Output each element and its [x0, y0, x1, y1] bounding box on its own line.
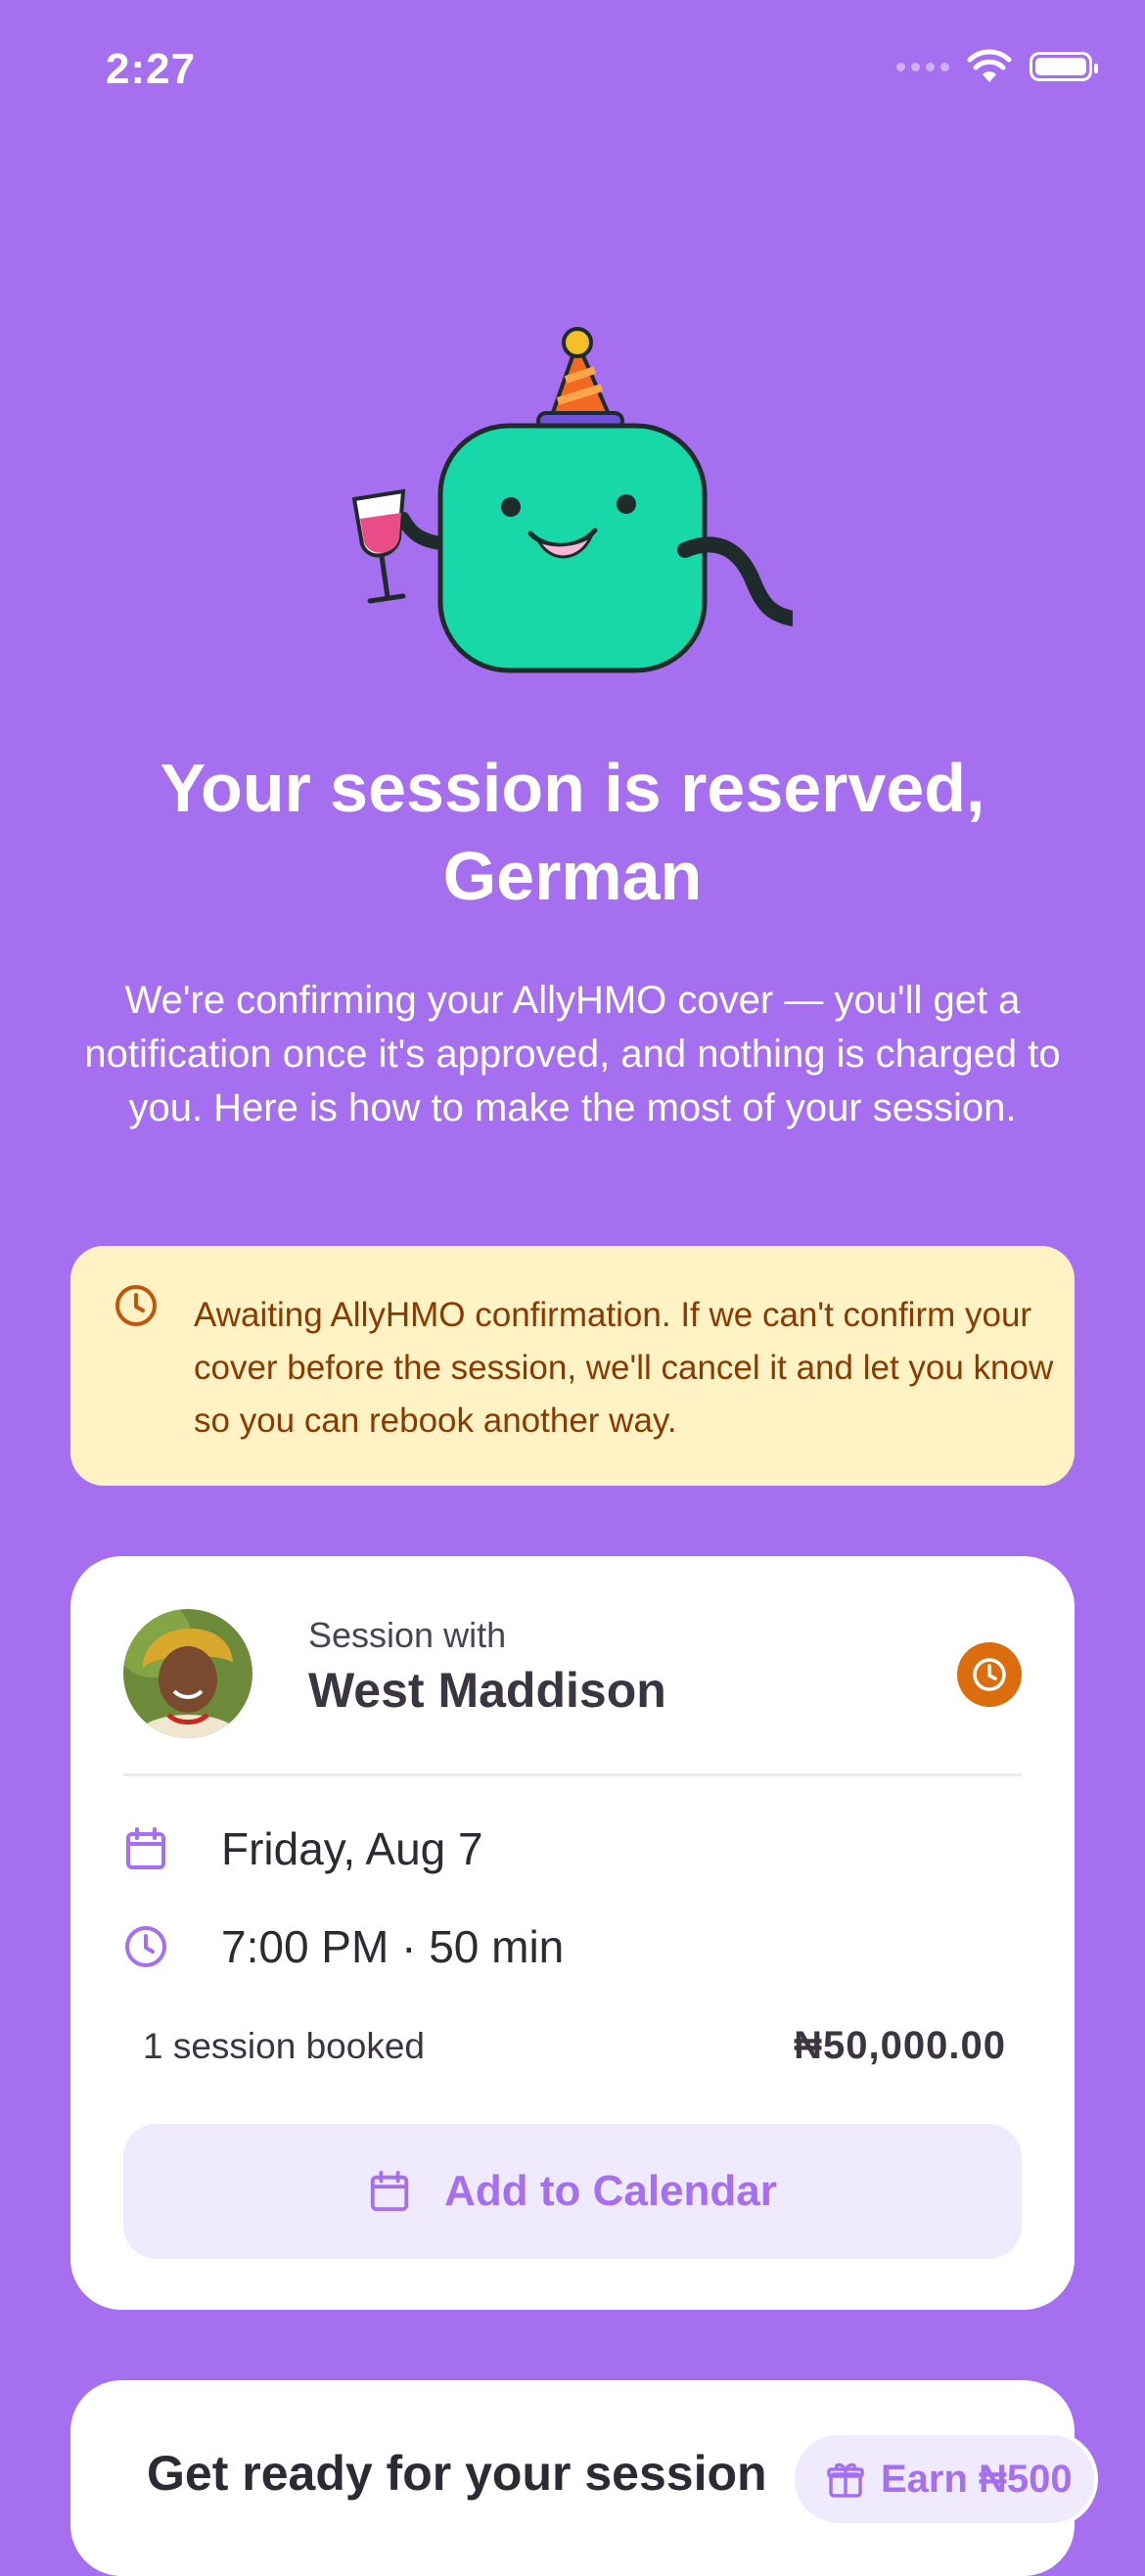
divider: [123, 1773, 1022, 1776]
therapist-name: West Maddison: [308, 1663, 666, 1718]
page-subtitle: We're confirming your AllyHMO cover — yo…: [84, 979, 1061, 1129]
session-with-label: Session with: [308, 1615, 507, 1655]
party-mascot-illustration: [351, 327, 793, 673]
pending-status-badge: [957, 1642, 1022, 1707]
clock-icon: [125, 1926, 166, 1967]
add-to-calendar-label: Add to Calendar: [444, 2167, 777, 2215]
session-card: Session with West Maddison Friday, Aug 7…: [70, 1556, 1075, 2310]
session-time: 7:00 PM · 50 min: [221, 1921, 565, 1972]
session-price: ₦50,000.00: [794, 2024, 1006, 2067]
page-title: Your session is reserved, German: [160, 750, 985, 914]
therapist-avatar: [123, 1609, 252, 1738]
wifi-icon: [967, 49, 1012, 82]
status-icons: [896, 49, 1098, 84]
session-time-row: 7:00 PM · 50 min: [123, 1920, 564, 1973]
session-date-row: Friday, Aug 7: [123, 1822, 483, 1875]
prep-card-title: Get ready for your session: [147, 2446, 767, 2501]
earn-reward-button[interactable]: Earn ₦500: [795, 2435, 1094, 2523]
calendar-icon: [370, 2170, 409, 2212]
session-date: Friday, Aug 7: [221, 1823, 483, 1874]
notice-text: Awaiting AllyHMO confirmation. If we can…: [194, 1296, 1054, 1440]
clock-icon: [115, 1285, 157, 1326]
battery-icon: [1030, 52, 1098, 81]
earn-reward-label: Earn ₦500: [881, 2457, 1073, 2501]
gift-icon: [827, 2462, 864, 2498]
pending-confirmation-notice: Awaiting AllyHMO confirmation. If we can…: [70, 1246, 1075, 1486]
calendar-icon: [126, 1827, 165, 1869]
add-to-calendar-button[interactable]: Add to Calendar: [123, 2124, 1022, 2259]
status-time: 2:27: [106, 45, 197, 93]
signal-icon: [896, 62, 949, 71]
clock-icon: [973, 1658, 1006, 1691]
sessions-booked: 1 session booked: [143, 2026, 425, 2066]
